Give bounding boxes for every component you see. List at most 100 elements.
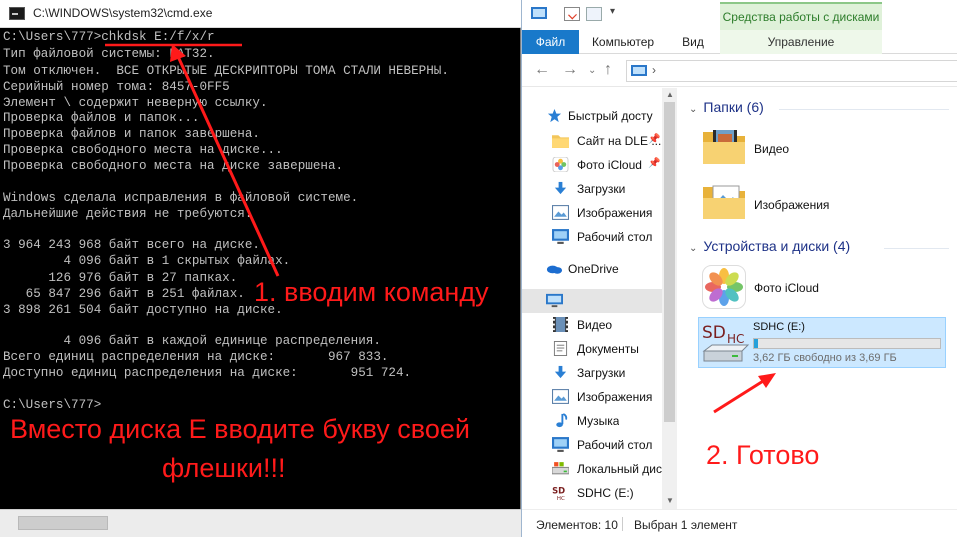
console-prompt: C:\Users\777>: [3, 398, 102, 412]
nav-item-label: Документы: [577, 342, 639, 356]
console-line: 65 847 296 байт в 251 файлах.: [3, 287, 245, 301]
nav-item-label: Изображения: [577, 390, 653, 404]
forward-arrow-icon[interactable]: →: [562, 61, 578, 79]
group-header-devices[interactable]: ⌄ Устройства и диски (4): [689, 238, 850, 254]
nav-item-downloads-pc[interactable]: Загрузки: [522, 361, 662, 385]
status-bar: Элементов: 10 Выбран 1 элемент: [522, 509, 957, 537]
nav-this-pc[interactable]: [522, 289, 662, 313]
photos-icon[interactable]: [702, 265, 746, 309]
svg-text:SD: SD: [702, 323, 726, 343]
folder-icon: [552, 135, 569, 148]
tab-manage[interactable]: Управление: [720, 30, 882, 54]
tab-file[interactable]: Файл: [522, 30, 579, 54]
annotation-warning-line2: флешки!!!: [162, 453, 286, 483]
star-icon: [547, 108, 562, 123]
cmd-title: C:\WINDOWS\system32\cmd.exe: [33, 6, 213, 20]
nav-item-label: Видео: [577, 318, 613, 332]
nav-item-label: Загрузки: [577, 366, 626, 380]
console-line: 3 964 243 968 байт всего на диске.: [3, 238, 260, 252]
folder-label: Изображения: [754, 198, 830, 212]
scroll-thumb[interactable]: [18, 516, 108, 530]
scroll-thumb[interactable]: [664, 102, 675, 422]
console-line: Серийный номер тома: 8457-0FF5: [3, 80, 230, 94]
drive-label: SDHC (E:): [753, 321, 805, 333]
nav-item-site-dle[interactable]: Сайт на DLE ... 📌: [522, 129, 662, 153]
cmd-horizontal-scrollbar[interactable]: [0, 509, 521, 537]
up-arrow-icon[interactable]: ↑: [604, 61, 612, 79]
drive-usage-bar: [753, 338, 941, 349]
pin-icon[interactable]: 📌: [648, 158, 660, 169]
nav-item-label: Музыка: [577, 414, 620, 428]
photos-icon: [552, 157, 569, 172]
nav-item-label: Рабочий стол: [577, 230, 653, 244]
nav-item-label: Рабочий стол: [577, 438, 653, 452]
console-line: Доступно единиц распределения на диске: …: [3, 366, 412, 380]
address-row: ← → ⌄ ↑ ›: [522, 55, 957, 87]
pictures-folder-icon[interactable]: [703, 183, 745, 219]
context-tab-group: Средства работы с дисками: [720, 2, 882, 30]
drive-usage-fill: [754, 339, 758, 348]
downloads-icon: [554, 181, 567, 195]
chevron-down-icon[interactable]: ▾: [610, 6, 615, 17]
video-icon: [553, 317, 568, 332]
nav-item-pictures-pc[interactable]: Изображения: [522, 385, 662, 409]
sdhc-icon: SDHC: [552, 485, 565, 500]
computer-icon: [546, 293, 563, 308]
nav-item-label: SDHC (E:): [577, 486, 634, 500]
console-line: Проверка свободного места на диске завер…: [3, 159, 344, 173]
back-arrow-icon[interactable]: ←: [534, 61, 550, 79]
nav-onedrive[interactable]: OneDrive: [522, 257, 662, 281]
properties-icon[interactable]: [564, 7, 580, 21]
console-line: Тип файловой системы: FAT32.: [3, 47, 215, 61]
local-disk-icon: [552, 462, 569, 475]
nav-pane-scrollbar[interactable]: ▲ ▼: [662, 88, 677, 509]
address-bar[interactable]: ›: [626, 60, 957, 82]
annotation-step2: 2. Готово: [706, 440, 820, 470]
video-folder-icon[interactable]: [703, 128, 745, 164]
drive-free-space: 3,62 ГБ свободно из 3,69 ГБ: [753, 352, 897, 364]
nav-item-icloud-photos[interactable]: Фото iCloud 📌: [522, 153, 662, 177]
nav-item-label: Быстрый доступ: [568, 109, 653, 123]
desktop-icon: [552, 437, 569, 452]
console-line: Проверка файлов и папок...: [3, 111, 200, 125]
divider: [622, 517, 623, 531]
quick-access-toolbar: ▾ Средства работы с дисками: [522, 0, 957, 30]
nav-item-pictures[interactable]: Изображения: [522, 201, 662, 225]
nav-item-label: OneDrive: [568, 262, 619, 276]
nav-item-music[interactable]: Музыка: [522, 409, 662, 433]
console-line: 3 898 261 504 байт доступно на диске.: [3, 303, 283, 317]
tab-view[interactable]: Вид: [675, 30, 711, 54]
drive-tile-sdhc[interactable]: SD HC SDHC (E:) 3,62 ГБ свободно из 3,69…: [698, 317, 946, 368]
nav-item-video[interactable]: Видео: [522, 313, 662, 337]
nav-item-documents[interactable]: Документы: [522, 337, 662, 361]
scroll-up-arrow-icon[interactable]: ▲: [666, 90, 674, 99]
folder-label: Видео: [754, 142, 790, 156]
nav-item-desktop-pc[interactable]: Рабочий стол: [522, 433, 662, 457]
nav-item-local-disk[interactable]: Локальный дис: [522, 457, 662, 481]
group-header-folders[interactable]: ⌄ Папки (6): [689, 99, 764, 115]
divider: [884, 248, 949, 249]
annotation-step1: 1. вводим команду: [254, 277, 489, 307]
nav-item-desktop[interactable]: Рабочий стол: [522, 225, 662, 249]
computer-icon[interactable]: [531, 7, 547, 19]
nav-item-sdhc[interactable]: SD HC SDHC (E:): [522, 481, 662, 505]
tab-computer[interactable]: Компьютер: [584, 30, 662, 54]
cloud-icon: [546, 265, 563, 274]
nav-item-label: Загрузки: [577, 182, 626, 196]
annotation-warning-line1: Вместо диска Е вводите букву своей: [10, 414, 470, 444]
sdhc-drive-icon: SD HC: [702, 323, 750, 362]
divider: [779, 109, 949, 110]
chevron-down-icon[interactable]: ⌄: [588, 65, 596, 76]
scroll-down-arrow-icon[interactable]: ▼: [666, 496, 674, 505]
console-line: Всего единиц распределения на диске: 967…: [3, 350, 389, 364]
new-folder-icon[interactable]: [586, 7, 602, 21]
nav-item-label: Локальный дис: [577, 462, 662, 476]
nav-item-downloads[interactable]: Загрузки: [522, 177, 662, 201]
chevron-down-icon[interactable]: ⌄: [689, 104, 697, 115]
nav-quick-access[interactable]: Быстрый доступ: [522, 104, 662, 128]
cmd-titlebar[interactable]: C:\WINDOWS\system32\cmd.exe: [0, 0, 521, 28]
chevron-down-icon[interactable]: ⌄: [689, 243, 697, 254]
breadcrumb-separator[interactable]: ›: [652, 63, 656, 77]
pin-icon[interactable]: 📌: [648, 134, 660, 145]
console-line: Windows сделала исправления в файловой с…: [3, 191, 359, 205]
